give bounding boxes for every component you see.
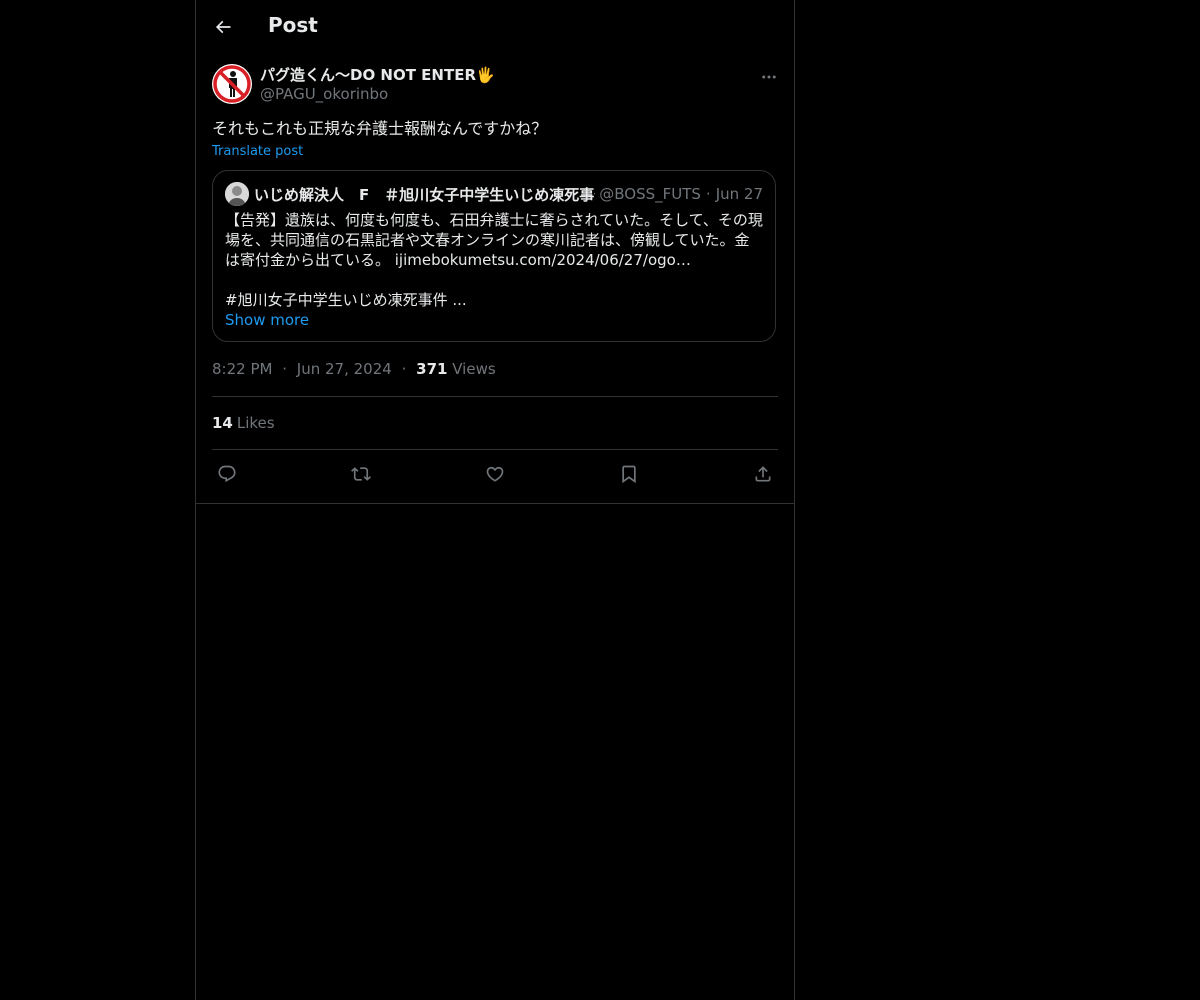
quote-body: 【告発】遺族は、何度も何度も、石田弁護士に奢らされていた。そして、その現場を、共…	[225, 211, 763, 269]
share-icon	[755, 465, 771, 481]
separator-dot: ·	[401, 360, 407, 378]
bookmark-icon	[622, 465, 636, 483]
reply-button[interactable]	[216, 463, 238, 485]
quote-author-handle: @BOSS_FUTS	[599, 185, 701, 203]
views-label: Views	[452, 360, 496, 378]
post-meta: 8:22 PM · Jun 27, 2024 · 371 Views	[212, 360, 778, 397]
quote-author-name: いじめ解決人 F ＃旭川女子中学生いじめ凍死事件	[254, 185, 596, 204]
more-horizontal-icon	[762, 75, 776, 79]
arrow-left-icon	[215, 20, 231, 34]
author-handle[interactable]: @PAGU_okorinbo	[260, 85, 388, 103]
heart-icon	[486, 466, 504, 482]
quote-header: いじめ解決人 F ＃旭川女子中学生いじめ凍死事件 @BOSS_FUTS · Ju…	[225, 182, 763, 206]
post: パグ造くん〜DO NOT ENTER🖐 @PAGU_okorinbo それもこれ…	[196, 53, 794, 497]
translate-post-link[interactable]: Translate post	[212, 144, 303, 159]
author-avatar[interactable]	[212, 64, 252, 104]
person-photo-icon	[225, 182, 249, 206]
likes-label: Likes	[236, 414, 275, 432]
like-button[interactable]	[484, 463, 506, 485]
quoted-post[interactable]: いじめ解決人 F ＃旭川女子中学生いじめ凍死事件 @BOSS_FUTS · Ju…	[212, 170, 776, 342]
post-column: Post パグ造くん〜DO NOT ENTER🖐 @PAGU_okorinbo	[195, 0, 795, 1000]
author-row: パグ造くん〜DO NOT ENTER🖐 @PAGU_okorinbo	[212, 53, 778, 109]
show-more-link[interactable]: Show more	[225, 310, 763, 330]
separator-dot: ·	[705, 185, 711, 203]
back-button[interactable]	[208, 10, 238, 44]
likes-row[interactable]: 14 Likes	[212, 397, 778, 450]
likes-count: 14	[212, 414, 233, 432]
share-button[interactable]	[752, 463, 774, 485]
no-entry-person-icon	[213, 65, 251, 103]
author-name[interactable]: パグ造くん〜DO NOT ENTER🖐	[260, 64, 495, 85]
reply-icon	[218, 465, 236, 482]
post-date[interactable]: Jun 27, 2024	[297, 360, 392, 378]
bookmark-button[interactable]	[618, 463, 640, 485]
post-header: Post	[196, 0, 794, 53]
post-text: それもこれも正規な弁護士報酬なんですかね？	[212, 119, 548, 138]
quote-author-avatar	[225, 182, 249, 206]
quote-hashtag-line: #旭川女子中学生いじめ凍死事件 ...	[225, 291, 467, 309]
separator-dot: ·	[282, 360, 288, 378]
retweet-icon	[351, 466, 371, 481]
post-time[interactable]: 8:22 PM	[212, 360, 272, 378]
retweet-button[interactable]	[350, 463, 372, 485]
more-options-button[interactable]	[746, 65, 778, 89]
quote-date: Jun 27	[715, 185, 763, 203]
views-count: 371	[416, 360, 448, 378]
action-bar	[212, 450, 778, 497]
post-bottom-divider	[196, 503, 794, 504]
page-title: Post	[268, 13, 318, 37]
